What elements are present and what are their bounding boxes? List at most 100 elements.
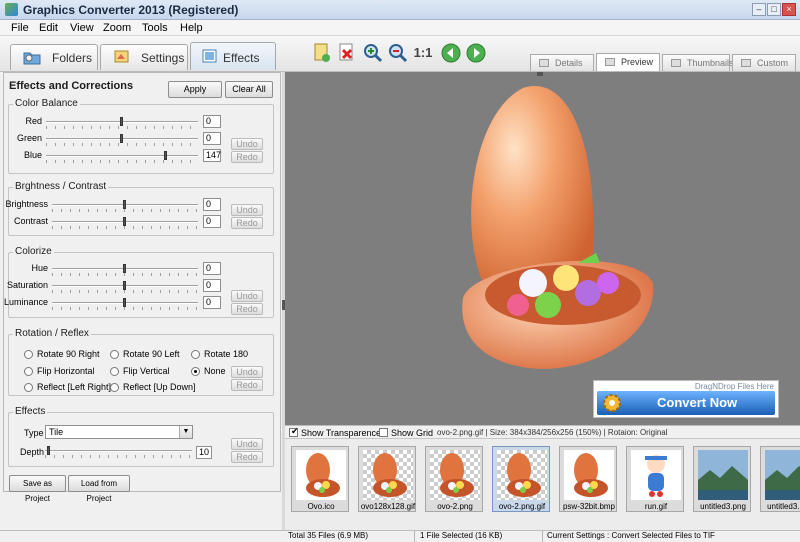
color_balance-slider-track-2[interactable] — [46, 155, 198, 157]
next-arrow-icon[interactable] — [465, 42, 487, 64]
collapse-arrow-icon[interactable] — [537, 72, 543, 76]
radio-label-5: None — [204, 366, 226, 376]
colorize-value-1[interactable]: 0 — [203, 279, 221, 292]
depth-slider-track[interactable] — [45, 450, 192, 452]
menu-view[interactable]: View — [70, 22, 94, 34]
previous-arrow-icon[interactable] — [440, 42, 462, 64]
menu-help[interactable]: Help — [180, 22, 203, 34]
thumbnail-item[interactable]: psw-32bit.bmp — [559, 446, 617, 512]
tab-preview[interactable]: Preview — [596, 53, 660, 71]
depth-label: Depth — [20, 447, 45, 457]
tab-settings[interactable]: Settings — [100, 44, 188, 70]
thumbnail-item[interactable]: ovo-2.png — [425, 446, 483, 512]
close-icon[interactable]: × — [782, 3, 796, 16]
brightness-value-0[interactable]: 0 — [203, 198, 221, 211]
color_balance-slider-thumb-2[interactable] — [164, 151, 168, 160]
color_balance-slider-thumb-0[interactable] — [120, 117, 123, 126]
tab-thumbnails[interactable]: Thumbnails — [662, 54, 734, 71]
left-statusbar — [0, 530, 285, 542]
color_balance-slider-thumb-1[interactable] — [120, 134, 123, 143]
color_balance-label-1: Green — [16, 133, 42, 143]
thumbnail-item[interactable]: ovo-2.png.gif — [492, 446, 550, 512]
colorize-slider-ticks-0 — [52, 273, 198, 276]
tab-effects[interactable]: Effects — [190, 42, 276, 70]
thumbnail-item[interactable]: untitled3.png — [693, 446, 751, 512]
delete-icon[interactable] — [336, 42, 358, 64]
load-project-button[interactable]: Load from Project — [68, 475, 130, 503]
rotation-undo-button[interactable]: Undo — [231, 366, 263, 378]
color-balance-redo-button[interactable]: Redo — [231, 151, 263, 163]
tab-thumbnails-label: Thumbnails — [687, 58, 734, 68]
color_balance-value-1[interactable]: 0 — [203, 132, 221, 145]
colorize-slider-thumb-2[interactable] — [123, 298, 126, 307]
brightness-value-1[interactable]: 0 — [203, 215, 221, 228]
chevron-down-icon[interactable]: ▼ — [179, 426, 192, 438]
clear-all-button[interactable]: Clear All — [225, 81, 273, 98]
radio-label-6: Reflect [Left Right] — [37, 382, 112, 392]
thumbnail-item[interactable]: run.gif — [626, 446, 684, 512]
show-grid-checkbox[interactable] — [379, 428, 388, 437]
colorize-slider-thumb-1[interactable] — [123, 281, 126, 290]
zoom-in-icon[interactable] — [362, 42, 384, 64]
colorize-redo-button[interactable]: Redo — [231, 303, 263, 315]
minimize-icon[interactable]: – — [752, 3, 766, 16]
brightness-slider-thumb-0[interactable] — [123, 200, 126, 209]
image-info: ovo-2.png.gif | Size: 384x384/256x256 (1… — [437, 428, 668, 437]
save-project-button[interactable]: Save as Project — [9, 475, 66, 503]
app-icon — [5, 3, 18, 16]
maximize-icon[interactable]: □ — [767, 3, 781, 16]
radio-reflect-left-right[interactable] — [24, 383, 33, 392]
thumbnail-caption: run.gif — [644, 502, 668, 511]
menu-zoom[interactable]: Zoom — [103, 22, 131, 34]
convert-now-banner[interactable]: DragNDrop Files Here Convert Now — [593, 380, 779, 418]
thumbnail-item[interactable]: untitled3.png — [760, 446, 800, 512]
rotation-redo-button[interactable]: Redo — [231, 379, 263, 391]
zoom-out-icon[interactable] — [387, 42, 409, 64]
color_balance-label-2: Blue — [23, 150, 42, 160]
color_balance-value-0[interactable]: 0 — [203, 115, 221, 128]
brightness-redo-button[interactable]: Redo — [231, 217, 263, 229]
tab-details[interactable]: Details — [530, 54, 594, 71]
tab-folders[interactable]: Folders — [10, 44, 98, 70]
radio-flip-vertical[interactable] — [110, 367, 119, 376]
thumbnail-item[interactable]: Ovo.ico — [291, 446, 349, 512]
apply-button[interactable]: Apply — [168, 81, 222, 98]
menu-tools[interactable]: Tools — [142, 22, 168, 34]
radio-label-7: Reflect [Up Down] — [123, 382, 196, 392]
thumbnail-image — [497, 450, 547, 500]
colorize-label-2: Luminance — [3, 297, 48, 307]
actual-size-icon[interactable]: 1:1 — [412, 42, 434, 64]
brightness-slider-thumb-1[interactable] — [123, 217, 126, 226]
radio-rotate-180[interactable] — [191, 350, 200, 359]
open-file-icon[interactable] — [311, 42, 333, 64]
effects-undo-button[interactable]: Undo — [231, 438, 263, 450]
colorize-undo-button[interactable]: Undo — [231, 290, 263, 302]
show-grid-label: Show Grid — [391, 428, 434, 438]
type-select[interactable]: Tile ▼ — [45, 425, 193, 439]
show-transparence-checkbox[interactable]: ✔ — [289, 426, 299, 437]
radio-flip-horizontal[interactable] — [24, 367, 33, 376]
type-select-value: Tile — [49, 427, 64, 437]
colorize-value-0[interactable]: 0 — [203, 262, 221, 275]
depth-slider-thumb[interactable] — [46, 446, 50, 455]
radio-none[interactable] — [191, 367, 200, 376]
color_balance-value-2[interactable]: 147 — [203, 149, 221, 162]
menu-edit[interactable]: Edit — [39, 22, 58, 34]
color-balance-undo-button[interactable]: Undo — [231, 138, 263, 150]
convert-now-button[interactable]: Convert Now — [597, 391, 775, 415]
tab-custom[interactable]: Custom — [732, 54, 796, 71]
panel-title: Effects and Corrections — [9, 80, 134, 92]
effects-redo-button[interactable]: Redo — [231, 451, 263, 463]
radio-rotate-90-right[interactable] — [24, 350, 33, 359]
type-label: Type — [24, 428, 44, 438]
menu-file[interactable]: File — [11, 22, 29, 34]
colorize-label-0: Hue — [31, 263, 48, 273]
tab-folders-label: Folders — [52, 51, 93, 65]
colorize-slider-thumb-0[interactable] — [123, 264, 126, 273]
radio-reflect-up-down[interactable] — [110, 383, 119, 392]
radio-rotate-90-left[interactable] — [110, 350, 119, 359]
thumbnail-item[interactable]: ovo128x128.gif — [358, 446, 416, 512]
brightness-undo-button[interactable]: Undo — [231, 204, 263, 216]
depth-value[interactable]: 10 — [196, 446, 212, 459]
colorize-value-2[interactable]: 0 — [203, 296, 221, 309]
